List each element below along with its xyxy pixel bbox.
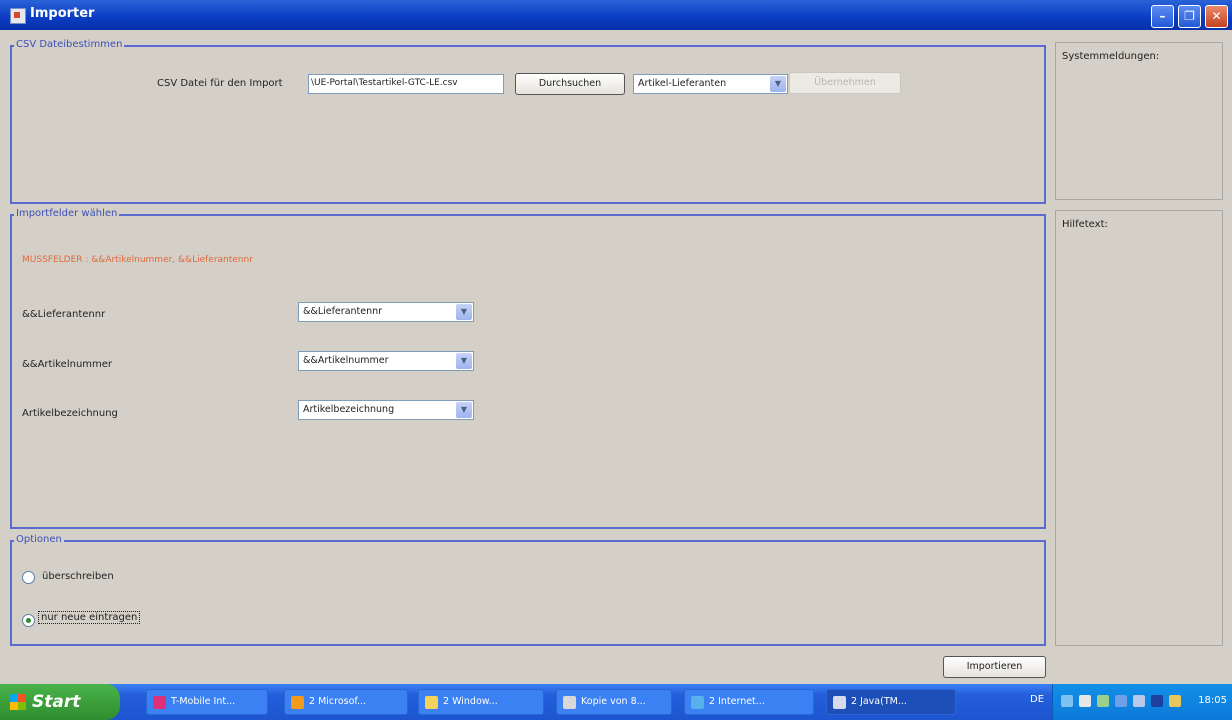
tray-icon[interactable]	[1061, 695, 1073, 707]
windows-logo-icon	[10, 694, 26, 710]
taskbar-item-java[interactable]: 2 Java(TM...	[826, 689, 956, 715]
taskbar-item-label: T-Mobile Int...	[171, 696, 236, 707]
help-panel: Hilfetext:	[1055, 210, 1223, 646]
minimize-button[interactable]: –	[1151, 5, 1174, 28]
apply-button[interactable]: Übernehmen	[789, 72, 901, 94]
import-type-select[interactable]: Artikel-Lieferanten ▼	[633, 74, 788, 94]
taskbar-item-tmobile[interactable]: T-Mobile Int...	[146, 689, 268, 715]
taskbar-item-internet[interactable]: 2 Internet...	[684, 689, 814, 715]
window-title: Importer	[30, 6, 95, 21]
field-select-artikelnummer[interactable]: &&Artikelnummer ▼	[298, 351, 474, 371]
csv-file-label: CSV Datei für den Import	[157, 78, 283, 89]
chevron-down-icon[interactable]: ▼	[456, 304, 472, 320]
field-label-artikelbezeichnung: Artikelbezeichnung	[22, 408, 118, 419]
system-tray: 18:05	[1052, 684, 1232, 720]
java-icon	[833, 696, 846, 709]
new-only-label[interactable]: nur neue eintragen	[38, 611, 141, 624]
maximize-button[interactable]: ❐	[1178, 5, 1201, 28]
csv-panel: CSV Dateibestimmen CSV Datei für den Imp…	[10, 39, 1046, 204]
language-indicator[interactable]: DE	[1030, 694, 1044, 705]
window-title-bar: Importer – ❐ ✕	[0, 0, 1232, 30]
start-button[interactable]: Start	[0, 684, 120, 720]
system-messages-panel: Systemmeldungen:	[1055, 42, 1223, 200]
import-type-value: Artikel-Lieferanten	[638, 78, 727, 89]
tray-icon[interactable]	[1079, 695, 1091, 707]
tray-icon[interactable]	[1133, 695, 1145, 707]
chevron-down-icon[interactable]: ▼	[456, 353, 472, 369]
taskbar-item-label: Kopie von 8...	[581, 696, 646, 707]
overwrite-label[interactable]: überschreiben	[42, 571, 114, 582]
taskbar-item-label: 2 Java(TM...	[851, 696, 907, 707]
csv-panel-legend: CSV Dateibestimmen	[14, 39, 125, 50]
tray-icon[interactable]	[1097, 695, 1109, 707]
browse-button[interactable]: Durchsuchen	[515, 73, 625, 95]
field-select-value: Artikelbezeichnung	[303, 404, 395, 415]
field-label-artikelnummer: &&Artikelnummer	[22, 359, 113, 370]
system-messages-label: Systemmeldungen:	[1062, 51, 1160, 62]
ie-icon	[691, 696, 704, 709]
import-fields-legend: Importfelder wählen	[14, 208, 120, 219]
taskbar-item-microsoft[interactable]: 2 Microsof...	[284, 689, 408, 715]
overwrite-radio[interactable]	[22, 571, 35, 584]
tray-icon[interactable]	[1115, 695, 1127, 707]
folder-icon	[425, 696, 438, 709]
taskbar-item-kopie[interactable]: Kopie von 8...	[556, 689, 672, 715]
app-icon	[10, 8, 26, 24]
taskbar-item-label: 2 Microsof...	[309, 696, 367, 707]
field-select-value: &&Lieferantennr	[303, 306, 383, 317]
close-button[interactable]: ✕	[1205, 5, 1228, 28]
office-icon	[291, 696, 304, 709]
chevron-down-icon[interactable]: ▼	[770, 76, 786, 92]
options-panel: Optionen	[10, 534, 1046, 646]
chevron-down-icon[interactable]: ▼	[456, 402, 472, 418]
import-button[interactable]: Importieren	[943, 656, 1046, 678]
field-select-lieferantennr[interactable]: &&Lieferantennr ▼	[298, 302, 474, 322]
clock: 18:05	[1198, 695, 1227, 706]
tray-icon[interactable]	[1169, 695, 1181, 707]
taskbar: Start T-Mobile Int... 2 Microsof... 2 Wi…	[0, 684, 1232, 720]
field-label-lieferantennr: &&Lieferantennr	[22, 309, 106, 320]
taskbar-item-label: 2 Window...	[443, 696, 498, 707]
taskbar-item-windows[interactable]: 2 Window...	[418, 689, 544, 715]
field-select-value: &&Artikelnummer	[303, 355, 389, 366]
options-legend: Optionen	[14, 534, 64, 545]
mandatory-fields-note: MUSSFELDER : &&Artikelnummer, &&Lieferan…	[22, 255, 253, 265]
new-only-radio[interactable]	[22, 614, 35, 627]
start-label: Start	[32, 692, 81, 712]
tmobile-icon	[153, 696, 166, 709]
taskbar-item-label: 2 Internet...	[709, 696, 765, 707]
field-select-artikelbezeichnung[interactable]: Artikelbezeichnung ▼	[298, 400, 474, 420]
help-label: Hilfetext:	[1062, 219, 1108, 230]
tray-icon[interactable]	[1151, 695, 1163, 707]
document-icon	[563, 696, 576, 709]
csv-file-input[interactable]: \UE-Portal\Testartikel-GTC-LE.csv	[308, 74, 504, 94]
